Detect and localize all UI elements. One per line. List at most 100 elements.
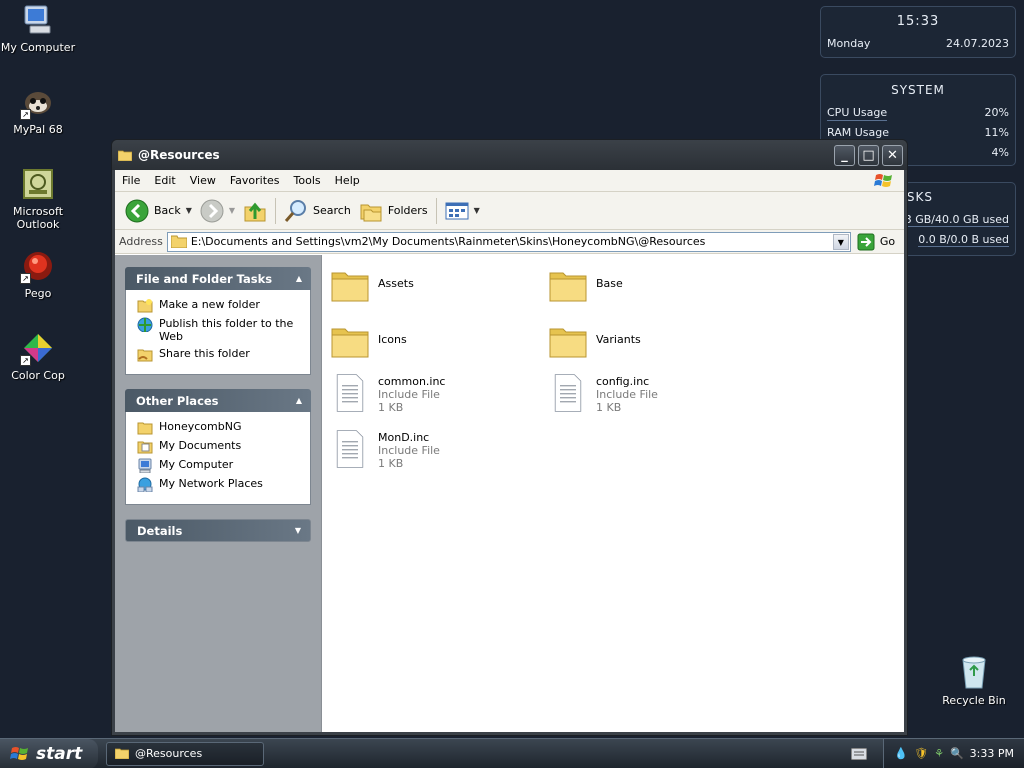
place-honeycombng[interactable]: HoneycombNG (137, 420, 304, 435)
shortcut-arrow-icon: ↗ (20, 273, 31, 284)
panel-title: Details (137, 523, 183, 538)
menu-help[interactable]: Help (328, 174, 367, 187)
widget-day: Monday (827, 37, 871, 50)
search-button[interactable]: Search (280, 196, 355, 226)
panel-header[interactable]: Other Places ▲ (125, 389, 311, 412)
minimize-button[interactable]: _ (834, 144, 855, 166)
up-button[interactable] (239, 196, 271, 226)
menu-favorites[interactable]: Favorites (223, 174, 287, 187)
window-title: @Resources (138, 148, 220, 162)
desktop-icon-label: Microsoft Outlook (12, 205, 64, 231)
collapse-chevron-icon[interactable]: ▲ (293, 395, 305, 407)
folder-up-icon (244, 202, 266, 221)
desktop-icon-outlook[interactable]: Microsoft Outlook (0, 168, 76, 231)
search-icon (284, 199, 307, 222)
file-name: MonD.inc (378, 431, 430, 444)
desktop-icon-mypal[interactable]: ↗ MyPal 68 (0, 86, 76, 136)
task-make-folder[interactable]: Make a new folder (137, 298, 304, 313)
desktop-icon-label: MyPal 68 (13, 123, 63, 136)
taskbar: start @Resources 💧 🛡 ⚘ 🔍 3:33 PM (0, 738, 1024, 768)
security-shield-icon[interactable]: 🛡 (914, 747, 928, 760)
keyboard-icon[interactable] (851, 747, 868, 760)
menu-bar: File Edit View Favorites Tools Help (115, 170, 904, 192)
collapse-chevron-icon[interactable]: ▲ (293, 273, 305, 285)
taskbar-window-resources[interactable]: @Resources (106, 741, 264, 766)
task-pane: File and Folder Tasks ▲ Make a new folde… (115, 255, 322, 732)
file-item[interactable]: common.inc Include File 1 KB (330, 373, 540, 414)
cpu-usage-value: 20% (984, 106, 1009, 119)
usage-value: 4% (991, 146, 1009, 159)
file-item[interactable]: MonD.inc Include File 1 KB (330, 429, 540, 470)
task-share-folder[interactable]: Share this folder (137, 347, 304, 362)
desktop-icon-my-computer[interactable]: My Computer (0, 4, 76, 54)
file-name: Base (596, 277, 623, 290)
menu-edit[interactable]: Edit (147, 174, 182, 187)
file-item[interactable]: Base (548, 265, 758, 305)
title-bar[interactable]: @Resources _ □ ✕ (112, 140, 907, 170)
back-label: Back (154, 204, 181, 217)
cpu-usage-label: CPU Usage (827, 106, 888, 121)
menu-view[interactable]: View (183, 174, 223, 187)
text-file-icon (336, 374, 364, 412)
shortcut-arrow-icon: ↗ (20, 109, 31, 120)
file-size: 1 KB (596, 401, 622, 414)
place-my-network[interactable]: My Network Places (137, 477, 304, 492)
system-tray: 💧 🛡 ⚘ 🔍 3:33 PM (883, 738, 1024, 768)
folder-icon (331, 272, 369, 302)
go-button[interactable]: Go (857, 233, 895, 251)
task-label: Make a new folder (159, 298, 260, 311)
views-icon (445, 202, 469, 219)
toolbar-separator (275, 197, 277, 224)
expand-chevron-icon[interactable]: ▼ (292, 525, 304, 537)
place-label: HoneycombNG (159, 420, 242, 433)
pego-icon: ↗ (20, 250, 54, 284)
taskbar-window-label: @Resources (135, 747, 203, 760)
network-tray-icon[interactable]: ⚘ (934, 747, 944, 760)
shortcut-arrow-icon: ↗ (20, 355, 31, 366)
mypal-icon: ↗ (20, 86, 54, 120)
file-type: Include File (378, 444, 440, 457)
task-publish-web[interactable]: Publish this folder to the Web (137, 317, 304, 343)
start-label: start (36, 743, 83, 764)
desktop-icon-pego[interactable]: ↗ Pego (0, 250, 76, 300)
toolbar-separator (435, 197, 437, 224)
forward-dropdown-icon[interactable]: ▼ (229, 206, 235, 215)
file-item[interactable]: config.inc Include File 1 KB (548, 373, 758, 414)
panel-title: Other Places (136, 393, 219, 408)
file-item[interactable]: Variants (548, 321, 758, 361)
panel-header[interactable]: Details ▼ (125, 519, 311, 542)
maximize-button[interactable]: □ (858, 144, 879, 166)
desktop-icon-color-cop[interactable]: ↗ Color Cop (0, 332, 76, 382)
back-button[interactable]: Back ▼ (121, 196, 196, 226)
address-dropdown-icon[interactable]: ▼ (832, 233, 849, 250)
menu-tools[interactable]: Tools (287, 174, 328, 187)
folders-button[interactable]: Folders (355, 196, 432, 226)
views-button[interactable]: ▼ (441, 196, 484, 226)
new-folder-icon (137, 299, 153, 313)
start-button[interactable]: start (0, 738, 98, 768)
place-my-computer[interactable]: My Computer (137, 458, 304, 473)
back-dropdown-icon[interactable]: ▼ (186, 206, 192, 215)
water-drop-icon[interactable]: 💧 (894, 747, 908, 760)
panel-header[interactable]: File and Folder Tasks ▲ (125, 267, 311, 290)
address-input[interactable]: E:\Documents and Settings\vm2\My Documen… (166, 231, 851, 252)
folder-icon (115, 748, 129, 759)
place-my-documents[interactable]: My Documents (137, 439, 304, 454)
file-item[interactable]: Assets (330, 265, 540, 305)
text-file-icon (554, 374, 582, 412)
menu-file[interactable]: File (115, 174, 147, 187)
file-folder-tasks-panel: File and Folder Tasks ▲ Make a new folde… (125, 267, 311, 375)
close-button[interactable]: ✕ (882, 144, 903, 166)
task-label: Publish this folder to the Web (159, 317, 294, 343)
details-panel: Details ▼ (125, 519, 311, 542)
desktop-icon-recycle-bin[interactable]: Recycle Bin (936, 656, 1012, 707)
place-label: My Network Places (159, 477, 263, 490)
ram-usage-value: 11% (984, 126, 1009, 139)
address-bar: Address E:\Documents and Settings\vm2\My… (115, 230, 904, 254)
file-item[interactable]: Icons (330, 321, 540, 361)
share-folder-icon (137, 349, 153, 362)
outlook-icon (22, 168, 54, 200)
taskbar-clock[interactable]: 3:33 PM (970, 747, 1014, 760)
forward-button[interactable]: ▼ (196, 196, 239, 226)
search-tray-icon[interactable]: 🔍 (950, 747, 964, 760)
